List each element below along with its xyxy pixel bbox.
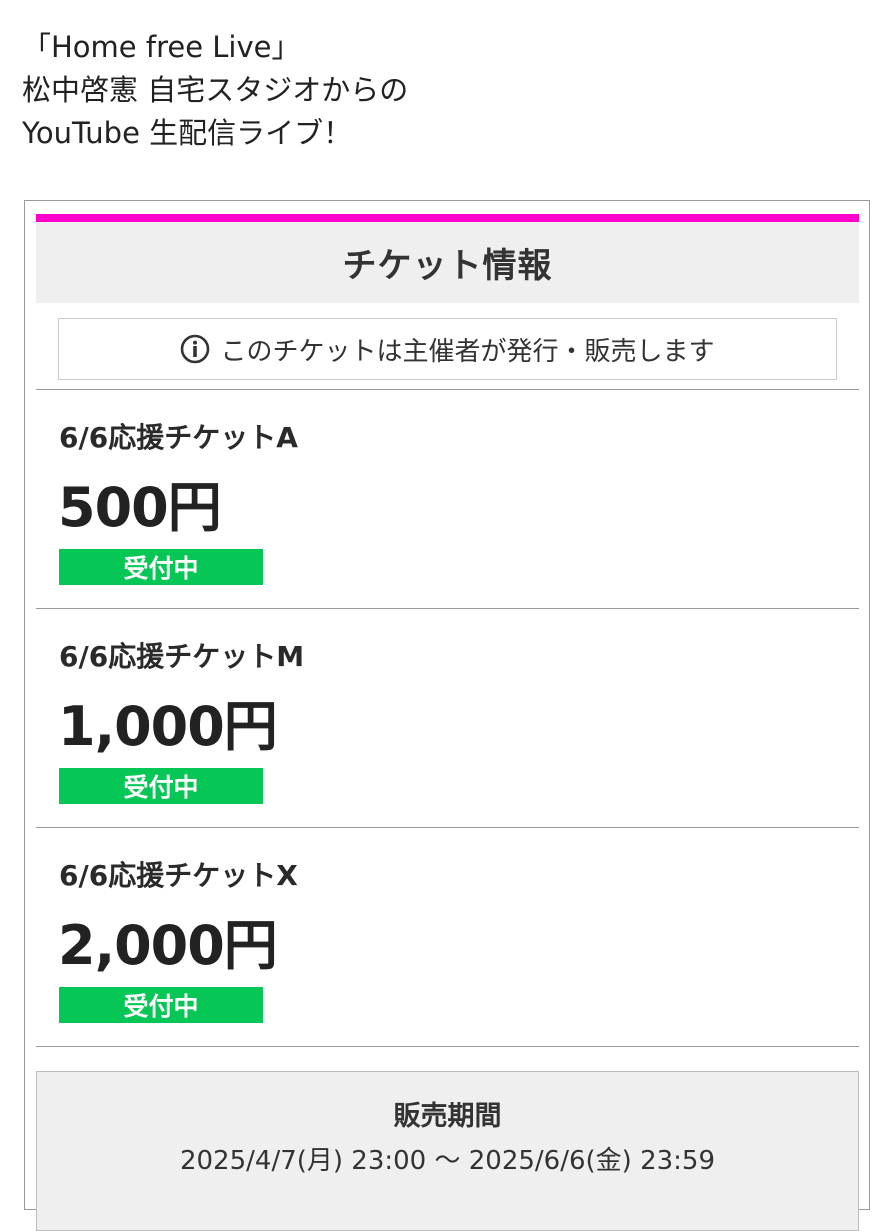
ticket-item[interactable]: 6/6応援チケットX 2,000円 受付中 <box>36 827 859 1046</box>
divider <box>36 1046 859 1047</box>
ticket-price: 500円 <box>58 476 222 539</box>
ticket-name: 6/6応援チケットM <box>59 640 305 673</box>
accent-bar <box>36 214 859 222</box>
event-subtitle-line: 松中啓憲 自宅スタジオからの <box>22 73 409 107</box>
info-icon <box>180 334 210 364</box>
ticket-status-badge: 受付中 <box>59 768 263 804</box>
ticket-price: 1,000円 <box>58 695 278 758</box>
ticket-info-header: チケット情報 <box>36 222 859 303</box>
event-title-line: 「Home free Live」 <box>22 30 301 64</box>
ticket-item[interactable]: 6/6応援チケットA 500円 受付中 <box>36 389 859 608</box>
organizer-notice-text: このチケットは主催者が発行・販売します <box>220 336 715 367</box>
sales-period-box: 販売期間 2025/4/7(月) 23:00 〜 2025/6/6(金) 23:… <box>36 1071 859 1231</box>
ticket-name: 6/6応援チケットA <box>59 421 298 454</box>
ticket-price: 2,000円 <box>58 914 278 977</box>
ticket-info-title: チケット情報 <box>342 246 553 286</box>
ticket-info-panel: チケット情報 このチケットは主催者が発行・販売します 6/6応援チケットA 50… <box>24 200 870 1231</box>
event-description: 「Home free Live」松中啓憲 自宅スタジオからの YouTube 生配… <box>22 26 408 155</box>
sales-period-label: 販売期間 <box>393 1101 502 1132</box>
event-subtitle-line: YouTube 生配信ライブ！ <box>22 116 353 150</box>
ticket-item[interactable]: 6/6応援チケットM 1,000円 受付中 <box>36 608 859 827</box>
sales-period-value: 2025/4/7(月) 23:00 〜 2025/6/6(金) 23:59 <box>179 1146 716 1176</box>
ticket-status-badge: 受付中 <box>59 549 263 585</box>
ticket-status-badge: 受付中 <box>59 987 263 1023</box>
organizer-notice: このチケットは主催者が発行・販売します <box>58 318 837 380</box>
ticket-name: 6/6応援チケットX <box>59 859 298 892</box>
